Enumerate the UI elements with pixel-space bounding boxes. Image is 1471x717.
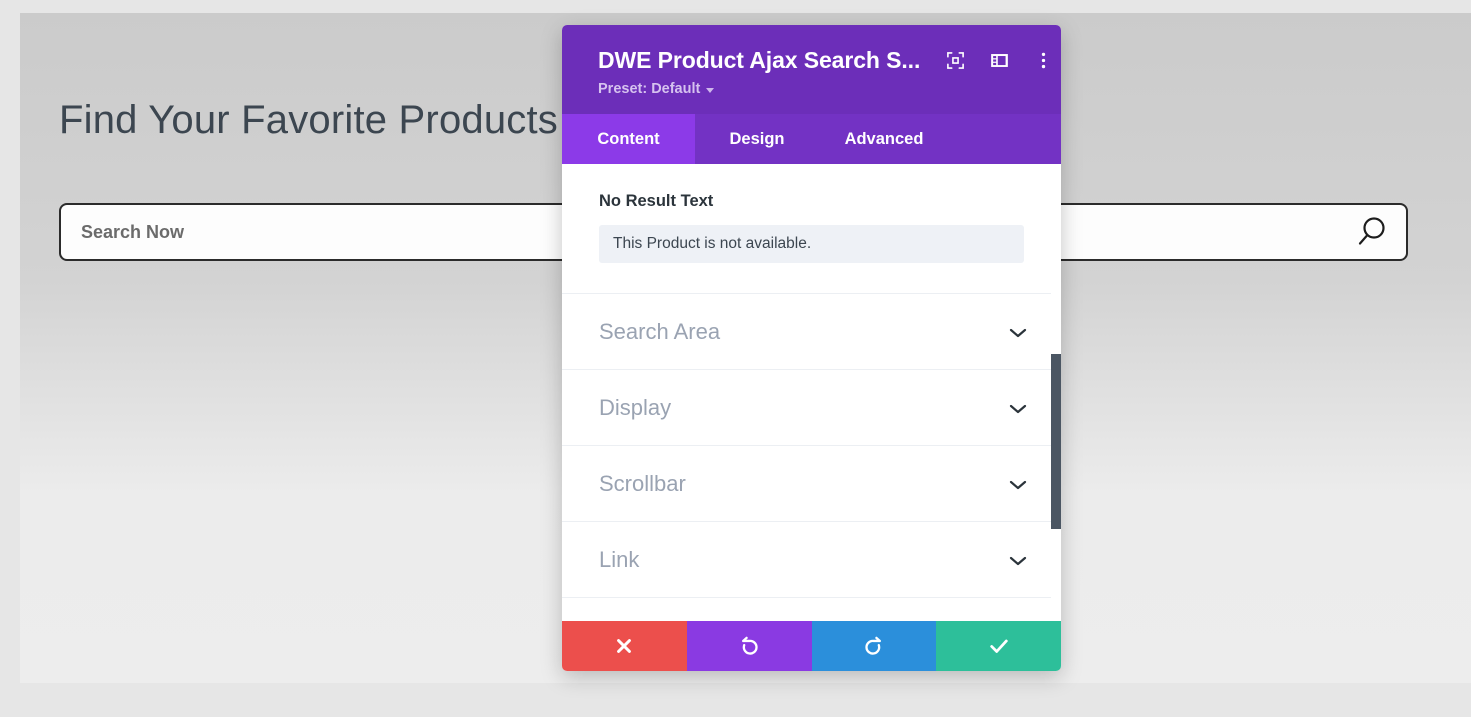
section-scrollbar[interactable]: Scrollbar <box>562 446 1061 522</box>
more-vertical-icon[interactable] <box>1034 51 1053 70</box>
no-result-text-input[interactable] <box>599 225 1024 263</box>
modal-title: DWE Product Ajax Search S... <box>598 47 921 73</box>
cancel-button[interactable] <box>562 621 687 671</box>
section-scrollbar-label: Scrollbar <box>599 470 686 496</box>
section-search-area-label: Search Area <box>599 318 721 344</box>
section-link[interactable]: Link <box>562 522 1061 598</box>
browser-page-frame: Find Your Favorite Products DWE Product … <box>0 0 1471 717</box>
tab-advanced[interactable]: Advanced <box>819 114 949 164</box>
focus-target-icon[interactable] <box>946 51 965 70</box>
chevron-down-icon <box>1008 554 1028 566</box>
section-search-area[interactable]: Search Area <box>562 294 1061 370</box>
section-display[interactable]: Display <box>562 370 1061 446</box>
modal-scrollbar-thumb[interactable] <box>1051 354 1061 529</box>
chevron-down-icon <box>706 87 715 93</box>
tab-advanced-label: Advanced <box>844 129 924 148</box>
no-result-text-label: No Result Text <box>599 192 714 210</box>
chevron-down-icon <box>1008 326 1028 338</box>
chevron-down-icon <box>1008 478 1028 490</box>
modal-footer <box>562 621 1061 671</box>
check-icon <box>988 635 1010 657</box>
no-result-text-field-block: No Result Text <box>562 164 1061 293</box>
save-button[interactable] <box>936 621 1061 671</box>
chevron-down-icon <box>1008 402 1028 414</box>
modal-header: DWE Product Ajax Search S... Preset: Def… <box>562 25 1061 114</box>
undo-button[interactable] <box>686 621 812 671</box>
redo-button[interactable] <box>811 621 937 671</box>
tab-content[interactable]: Content <box>562 114 695 164</box>
settings-accordion: Search Area Display Scrollbar Link <box>562 293 1061 598</box>
redo-arrow-icon <box>862 635 885 658</box>
page-title: Find Your Favorite Products <box>59 98 558 142</box>
undo-arrow-icon <box>738 635 761 658</box>
preset-selector[interactable]: Preset: Default <box>598 81 715 97</box>
tab-content-label: Content <box>597 129 660 148</box>
tab-design[interactable]: Design <box>695 114 819 164</box>
preset-label: Preset: Default <box>598 81 701 97</box>
modal-body: No Result Text Search Area Display <box>562 164 1061 621</box>
tab-design-label: Design <box>729 129 785 148</box>
modal-scrollbar-track[interactable] <box>1051 164 1061 621</box>
module-settings-modal: DWE Product Ajax Search S... Preset: Def… <box>562 25 1061 671</box>
search-icon[interactable] <box>1354 215 1388 249</box>
close-x-icon <box>614 636 634 656</box>
section-display-label: Display <box>599 394 672 420</box>
layout-panel-icon[interactable] <box>990 51 1009 70</box>
section-link-label: Link <box>599 546 640 572</box>
modal-tab-bar: Content Design Advanced <box>562 114 1061 164</box>
